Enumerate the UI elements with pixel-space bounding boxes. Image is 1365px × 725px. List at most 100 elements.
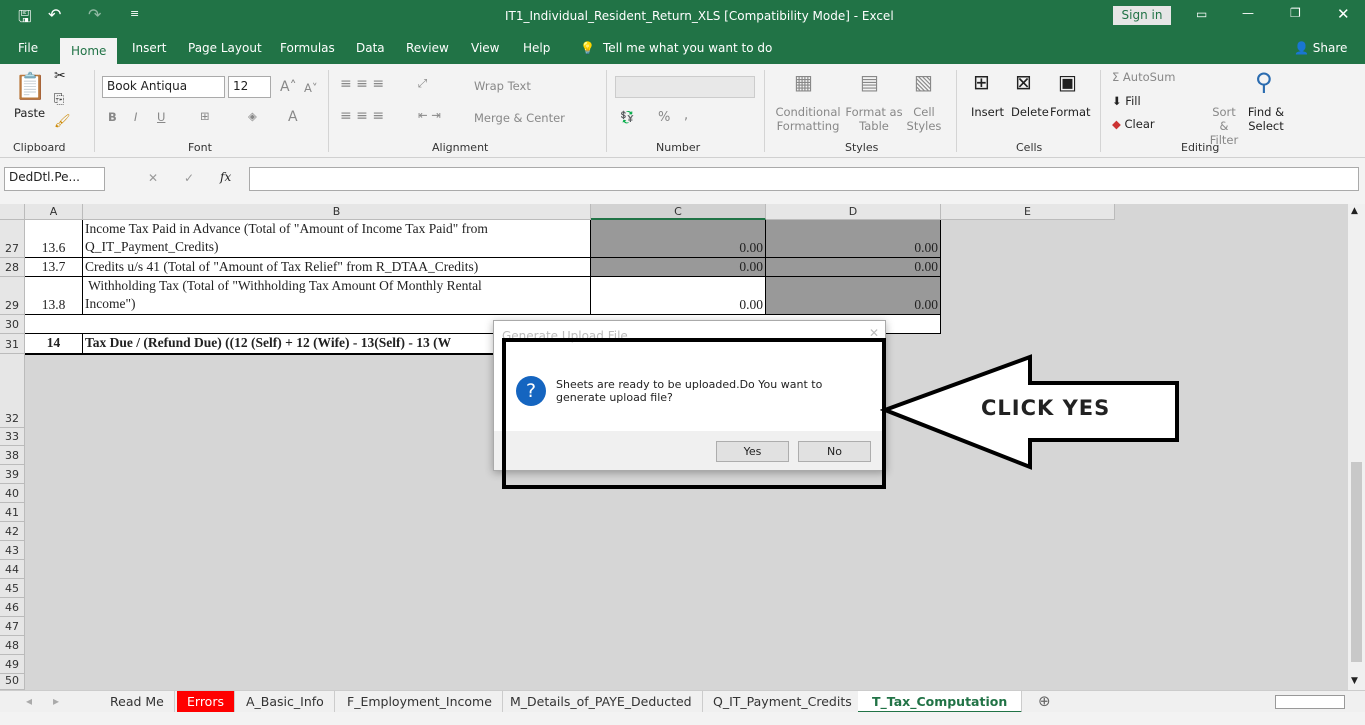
- indent-icon[interactable]: ⇤ ⇥: [418, 108, 441, 122]
- cell-b29[interactable]: Withholding Tax (Total of "Withholding T…: [83, 277, 591, 315]
- tab-file[interactable]: File: [14, 38, 42, 64]
- sheet-tab[interactable]: Read Me: [100, 691, 175, 713]
- tab-view[interactable]: View: [467, 38, 503, 64]
- cell-c29[interactable]: 0.00: [591, 277, 766, 315]
- insert-function-button[interactable]: fx: [220, 170, 231, 184]
- format-cells-button[interactable]: Format: [1050, 105, 1091, 119]
- align-left-icon[interactable]: ≡ ≡ ≡: [340, 108, 384, 124]
- cell-c27[interactable]: 0.00: [591, 220, 766, 258]
- row-header[interactable]: 27: [0, 220, 25, 258]
- tab-page-layout[interactable]: Page Layout: [184, 38, 266, 64]
- cell-d28[interactable]: 0.00: [766, 258, 941, 277]
- share-button[interactable]: 👤 Share: [1290, 38, 1351, 64]
- merge-center-button[interactable]: Merge & Center: [474, 111, 565, 125]
- paste-button[interactable]: Paste: [14, 106, 45, 120]
- customize-qat-icon[interactable]: ≡: [130, 7, 139, 20]
- select-all[interactable]: [0, 204, 25, 220]
- insert-cells-button[interactable]: Insert: [971, 105, 1004, 119]
- find-select-button[interactable]: Find & Select: [1246, 105, 1286, 133]
- decrease-font-icon[interactable]: A˅: [304, 81, 318, 95]
- find-icon[interactable]: ⚲: [1255, 68, 1273, 96]
- cell-d27[interactable]: 0.00: [766, 220, 941, 258]
- sheet-tab[interactable]: M_Details_of_PAYE_Deducted: [500, 691, 703, 713]
- format-cells-icon[interactable]: ▣: [1058, 70, 1077, 94]
- tab-formulas[interactable]: Formulas: [276, 38, 339, 64]
- italic-button[interactable]: I: [134, 110, 137, 124]
- font-size-select[interactable]: 12: [228, 76, 271, 98]
- delete-cells-button[interactable]: Delete: [1011, 105, 1049, 119]
- prev-sheet-icon[interactable]: ◂: [26, 694, 32, 708]
- format-painter-icon[interactable]: 🖌: [54, 114, 71, 129]
- ribbon-display-icon[interactable]: ▭: [1196, 7, 1207, 21]
- cell-styles-icon[interactable]: ▧: [914, 70, 933, 94]
- row-header[interactable]: 44: [0, 560, 25, 579]
- cell-b27[interactable]: Income Tax Paid in Advance (Total of "Am…: [83, 220, 591, 258]
- cell-a28[interactable]: 13.7: [25, 258, 83, 277]
- conditional-formatting-button[interactable]: Conditional Formatting: [775, 105, 841, 133]
- clear-button[interactable]: ◆ Clear: [1112, 117, 1155, 131]
- row-header[interactable]: 33: [0, 428, 25, 446]
- sheet-tab[interactable]: Q_IT_Payment_Credits: [703, 691, 863, 713]
- sheet-tab[interactable]: Errors: [177, 691, 235, 713]
- scroll-down-icon[interactable]: ▼: [1351, 676, 1358, 686]
- row-header[interactable]: 39: [0, 465, 25, 484]
- cell-styles-button[interactable]: Cell Styles: [904, 105, 944, 133]
- paste-icon[interactable]: 📋: [14, 72, 46, 102]
- fill-color-icon[interactable]: ◈: [248, 109, 257, 123]
- close-icon[interactable]: ✕: [1337, 5, 1350, 23]
- format-table-icon[interactable]: ▤: [860, 70, 879, 94]
- format-as-table-button[interactable]: Format as Table: [845, 105, 903, 133]
- row-header[interactable]: 48: [0, 636, 25, 655]
- currency-icon[interactable]: 💱: [620, 110, 634, 124]
- fill-button[interactable]: ⬇ Fill: [1112, 94, 1141, 108]
- cut-icon[interactable]: ✂: [54, 68, 66, 84]
- row-header[interactable]: 31: [0, 334, 25, 354]
- row-header[interactable]: 41: [0, 503, 25, 522]
- tab-data[interactable]: Data: [352, 38, 389, 64]
- name-box[interactable]: DedDtl.Pe...: [4, 167, 105, 191]
- delete-cells-icon[interactable]: ⊠: [1015, 70, 1032, 94]
- cell-d29[interactable]: 0.00: [766, 277, 941, 315]
- undo-icon[interactable]: ↶: [48, 5, 61, 24]
- tell-me-search[interactable]: Tell me what you want to do: [599, 38, 776, 64]
- align-top-icon[interactable]: ≡ ≡ ≡: [340, 76, 384, 92]
- cell-b31[interactable]: Tax Due / (Refund Due) ((12 (Self) + 12 …: [83, 334, 493, 354]
- insert-cells-icon[interactable]: ⊞: [973, 70, 990, 94]
- sheet-tab[interactable]: F_Employment_Income: [337, 691, 503, 713]
- scroll-thumb[interactable]: [1351, 462, 1362, 662]
- column-header-b[interactable]: B: [83, 204, 591, 220]
- orientation-icon[interactable]: ⤢: [418, 76, 427, 91]
- tab-insert[interactable]: Insert: [128, 38, 170, 64]
- column-header-e[interactable]: E: [941, 204, 1115, 220]
- row-header[interactable]: 50: [0, 674, 25, 690]
- percent-button[interactable]: %: [658, 110, 670, 125]
- conditional-formatting-icon[interactable]: ▦: [794, 70, 813, 94]
- row-header[interactable]: 32: [0, 354, 25, 428]
- formula-input[interactable]: [249, 167, 1359, 191]
- cell-c28[interactable]: 0.00: [591, 258, 766, 277]
- row-header[interactable]: 30: [0, 315, 25, 334]
- redo-icon[interactable]: ↷: [88, 5, 101, 24]
- row-header[interactable]: 28: [0, 258, 25, 277]
- cell-a27[interactable]: 13.6: [25, 220, 83, 258]
- cancel-icon[interactable]: ✕: [148, 171, 158, 185]
- column-header-c[interactable]: C: [591, 204, 766, 220]
- tab-home[interactable]: Home: [60, 38, 118, 64]
- comma-button[interactable]: ,: [684, 108, 688, 123]
- bold-button[interactable]: B: [108, 110, 117, 124]
- enter-icon[interactable]: ✓: [184, 171, 194, 185]
- sheet-tab[interactable]: T_Tax_Computation: [858, 691, 1023, 713]
- font-color-icon[interactable]: A: [288, 109, 298, 125]
- scroll-up-icon[interactable]: ▲: [1351, 206, 1358, 216]
- increase-font-icon[interactable]: A˄: [280, 79, 297, 95]
- restore-icon[interactable]: ❐: [1290, 6, 1301, 20]
- row-header[interactable]: 49: [0, 655, 25, 674]
- wrap-text-button[interactable]: Wrap Text: [474, 79, 531, 93]
- row-header[interactable]: 40: [0, 484, 25, 503]
- cell-a31[interactable]: 14: [25, 334, 83, 354]
- copy-icon[interactable]: ⎘: [54, 92, 64, 107]
- row-header[interactable]: 38: [0, 446, 25, 465]
- row-header[interactable]: 42: [0, 522, 25, 541]
- number-format-select[interactable]: [615, 76, 755, 98]
- row-header[interactable]: 46: [0, 598, 25, 617]
